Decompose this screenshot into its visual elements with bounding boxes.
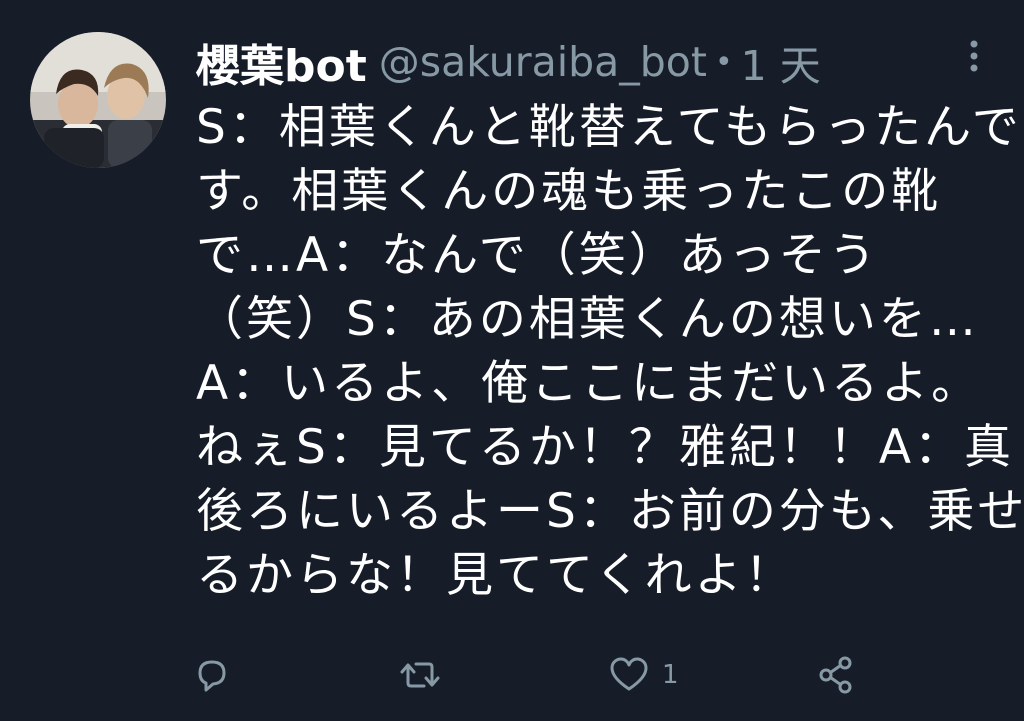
tweet-text-line: A：いるよ、俺ここにまだいるよ。 [196,356,982,411]
tweet-header: 櫻葉bot @sakuraiba_bot • 1 天 [196,30,821,94]
tweet-timestamp[interactable]: 1 天 [741,32,821,92]
more-options-icon[interactable] [960,36,988,76]
tweet-text-line: るからな！見ててくれよ！ [196,548,795,603]
header-separator: • [714,44,733,80]
tweet-actions: 1 [190,650,870,700]
tweet-text-line: 後ろにいるよーS：お前の分も、乗せ [196,484,1024,539]
share-button[interactable] [814,650,858,700]
reply-icon [198,660,226,692]
tweet-text-line: で…A：なんで（笑）あっそう [196,228,879,283]
retweet-icon [400,662,440,688]
like-count: 1 [662,660,679,690]
reply-button[interactable] [190,650,234,700]
display-name[interactable]: 櫻葉bot [196,30,367,94]
heart-icon [610,657,648,691]
tweet-body: S：相葉くんと靴替えてもらったんで す。相葉くんの魂も乗ったこの靴 で…A：なん… [196,96,1024,608]
tweet-text-line: S：相葉くんと靴替えてもらったんで [196,100,1022,155]
user-handle[interactable]: @sakuraiba_bot [379,38,707,86]
retweet-button[interactable] [396,650,444,700]
share-icon [819,656,852,694]
tweet-text-line: （笑）S：あの相葉くんの想いを… [196,292,979,347]
like-button[interactable]: 1 [606,650,679,700]
avatar[interactable] [30,32,166,168]
avatar-photo [30,32,166,168]
tweet-text-line: ねぇS：見てるか！？雅紀！！A：真 [196,420,1014,475]
tweet-text-line: す。相葉くんの魂も乗ったこの靴 [196,164,942,219]
